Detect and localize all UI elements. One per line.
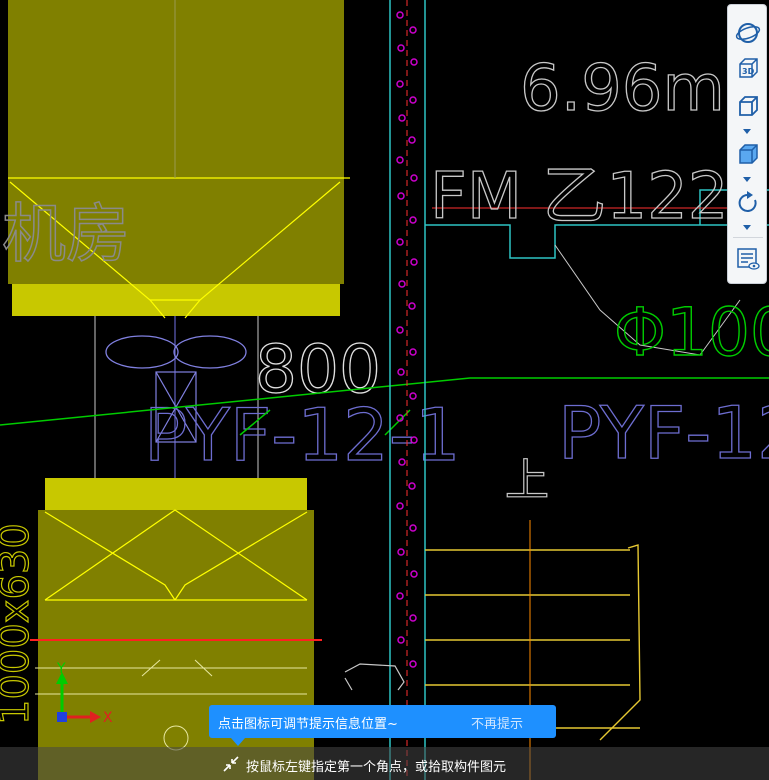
command-status-bar: 按鼠标左键指定第一个角点，或拾取构件图元	[0, 747, 769, 780]
door-label: FM 乙1220	[430, 160, 769, 234]
chevron-down-icon[interactable]	[743, 225, 751, 230]
room-label: 机房	[2, 198, 130, 272]
svg-text:3D: 3D	[742, 67, 755, 76]
status-message: 按鼠标左键指定第一个角点，或拾取构件图元	[246, 760, 507, 775]
vertical-size-label: 1000x630	[0, 523, 38, 725]
orbit-icon[interactable]	[734, 19, 762, 47]
rotate-icon[interactable]	[734, 189, 762, 217]
cad-drawing-canvas[interactable]: 机房 800 PYF-12-1 1000x630 6.96m FM 乙1220 …	[0, 0, 769, 780]
select-corner-icon	[223, 756, 239, 772]
layer-display-icon[interactable]	[734, 245, 762, 273]
view-toolbar: 3D	[727, 4, 767, 284]
solid-box-icon[interactable]	[734, 141, 762, 169]
wireframe-box-icon[interactable]	[734, 93, 762, 121]
axis-y-label: Y	[56, 661, 66, 677]
chevron-down-icon[interactable]	[743, 177, 751, 182]
dont-show-again-link[interactable]: 不再提示	[471, 713, 523, 732]
hint-message: 点击图标可调节提示信息位置~	[218, 717, 398, 732]
toolbar-divider	[733, 237, 763, 238]
chevron-down-icon[interactable]	[743, 129, 751, 134]
3d-view-icon[interactable]: 3D	[734, 55, 762, 83]
pipe-diameter-label: Φ1000	[614, 294, 769, 371]
stair-up-label: 上	[505, 455, 549, 506]
axis-x-label: X	[103, 710, 113, 726]
duct-label-right: PYF-12-	[558, 391, 769, 475]
hint-tooltip[interactable]: 点击图标可调节提示信息位置~ 不再提示	[209, 705, 556, 746]
elevation-label: 6.96m	[520, 52, 725, 126]
